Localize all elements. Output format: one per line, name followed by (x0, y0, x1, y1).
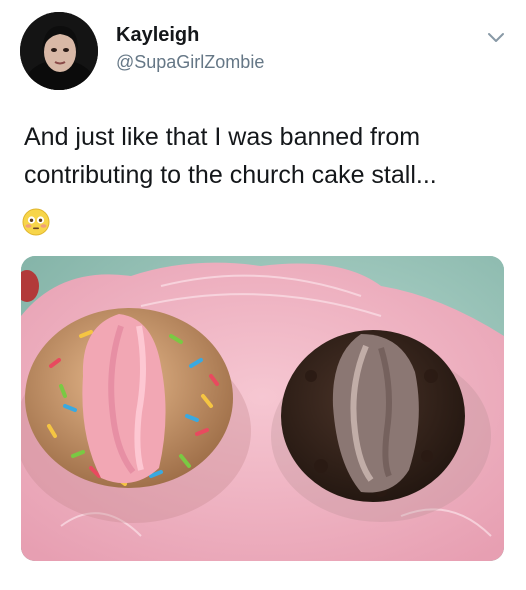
cupcakes-image (21, 256, 504, 561)
tweet-text: And just like that I was banned from con… (24, 123, 437, 189)
profile-photo (20, 12, 98, 90)
user-handle[interactable]: @SupaGirlZombie (116, 52, 264, 73)
tweet-photo[interactable] (21, 256, 504, 561)
flushed-face-icon (22, 208, 50, 236)
tweet-card: Kayleigh @SupaGirlZombie And just like t… (0, 0, 526, 590)
avatar[interactable] (20, 12, 98, 90)
display-name[interactable]: Kayleigh (116, 24, 199, 47)
chevron-down-icon[interactable] (484, 28, 508, 48)
